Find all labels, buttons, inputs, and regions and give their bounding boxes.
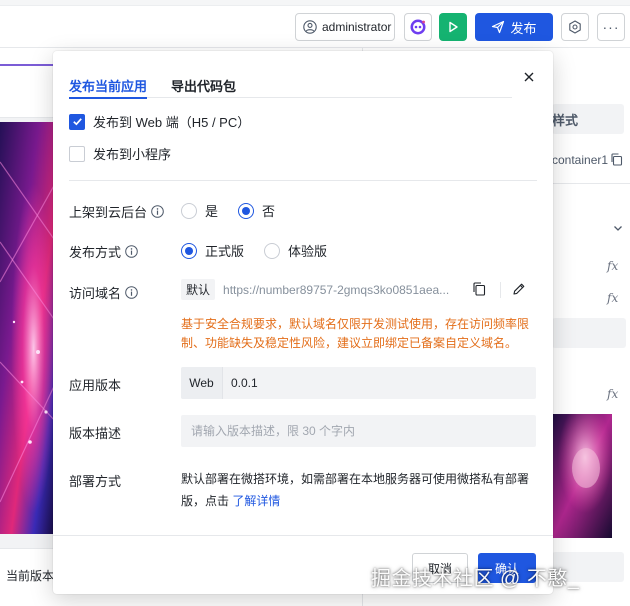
selection-highlight: [0, 64, 60, 66]
publish-miniprogram-option[interactable]: 发布到小程序: [69, 144, 171, 163]
trial-version-radio[interactable]: [264, 242, 281, 259]
panel-divider: [552, 183, 630, 184]
copy-component-id-button[interactable]: [610, 153, 623, 169]
domain-label-text: 访问域名: [69, 286, 122, 301]
info-icon[interactable]: [151, 205, 164, 218]
action-separator: [500, 282, 501, 298]
version-description-label-text: 版本描述: [69, 426, 122, 441]
image-thumbnail: [552, 414, 612, 538]
component-id: container1: [552, 153, 609, 167]
top-thin-strip: [0, 0, 630, 6]
fx-icon[interactable]: fx: [607, 387, 618, 401]
more-icon: ···: [602, 19, 620, 35]
watermark: 掘金技术社区 @ 不憨_: [371, 568, 580, 590]
learn-more-link[interactable]: 了解详情: [232, 494, 280, 508]
publish-mode-options: 正式版 体验版: [181, 241, 339, 260]
miniprogram-checkbox[interactable]: [69, 145, 85, 162]
send-icon: [491, 20, 505, 34]
app-version-field: Web: [181, 367, 536, 399]
miniprogram-option-label: 发布到小程序: [93, 147, 172, 162]
top-toolbar: administrator 发布 ···: [0, 0, 630, 48]
publish-mode-label-text: 发布方式: [69, 245, 122, 260]
info-icon[interactable]: [125, 286, 138, 299]
close-dialog-button[interactable]: [520, 68, 538, 86]
version-prefix: Web: [181, 367, 223, 399]
edit-domain-button[interactable]: [512, 282, 528, 298]
version-description-input[interactable]: [181, 415, 536, 447]
property-field[interactable]: [552, 318, 626, 348]
settings-button[interactable]: [561, 13, 589, 41]
fx-icon[interactable]: fx: [607, 291, 618, 305]
publish-web-option[interactable]: 发布到 Web 端（H5 / PC）: [69, 112, 250, 131]
cloud-listing-options: 是 否: [181, 201, 287, 220]
run-preview-button[interactable]: [439, 13, 467, 41]
default-domain-tag: 默认: [181, 279, 216, 300]
publish-mode-label: 发布方式: [69, 242, 138, 261]
copy-icon: [610, 153, 623, 166]
ai-assistant-button[interactable]: [404, 13, 432, 41]
user-name: administrator: [322, 20, 392, 34]
cloud-listing-label-text: 上架到云后台: [69, 205, 148, 220]
check-icon: [72, 118, 82, 126]
domain-display: 默认 https://number89757-2gmqs3ko0851aea..…: [181, 279, 455, 300]
cloud-listing-no-radio[interactable]: [238, 202, 255, 219]
gear-icon: [568, 20, 582, 34]
app-version-label: 应用版本: [69, 375, 121, 394]
cloud-listing-yes-radio[interactable]: [181, 202, 197, 219]
cloud-listing-yes-label: 是: [205, 204, 219, 219]
cloud-listing-label: 上架到云后台: [69, 202, 164, 221]
canvas-image-left: [0, 122, 56, 534]
pencil-icon: [512, 282, 526, 296]
deploy-description: 默认部署在微搭环境，如需部署在本地服务器可使用微搭私有部署版，点击 了解详情: [181, 468, 537, 512]
chevron-down-icon[interactable]: [612, 222, 624, 237]
app-version-input[interactable]: [223, 376, 523, 390]
footer-divider: [53, 535, 553, 536]
release-version-label: 正式版: [205, 244, 245, 259]
current-version-label: 当前版本: [6, 569, 55, 583]
user-menu-button[interactable]: administrator: [295, 13, 395, 41]
user-icon: [303, 20, 317, 34]
trial-version-label: 体验版: [288, 244, 328, 259]
dialog-tabs: 发布当前应用 导出代码包: [69, 73, 512, 99]
domain-label: 访问域名: [69, 283, 138, 302]
web-checkbox[interactable]: [69, 113, 85, 130]
section-divider: [69, 180, 537, 181]
info-icon[interactable]: [125, 245, 138, 258]
publish-dialog: 发布当前应用 导出代码包 发布到 Web 端（H5 / PC） 发布到小程序 上…: [53, 51, 553, 594]
tab-publish-current-app[interactable]: 发布当前应用: [69, 73, 148, 99]
version-description-label: 版本描述: [69, 423, 121, 442]
cloud-listing-no-label: 否: [262, 204, 276, 219]
style-tab[interactable]: 样式: [552, 104, 624, 134]
deploy-mode-label-text: 部署方式: [69, 474, 122, 489]
publish-button[interactable]: 发布: [475, 13, 553, 41]
more-options-button[interactable]: ···: [597, 13, 625, 41]
robot-icon: [409, 18, 427, 36]
copy-domain-button[interactable]: [472, 282, 488, 298]
release-version-radio[interactable]: [181, 242, 197, 259]
web-option-label: 发布到 Web 端（H5 / PC）: [93, 115, 251, 130]
close-icon: [524, 72, 534, 82]
tab-export-code-package[interactable]: 导出代码包: [171, 73, 236, 98]
app-version-label-text: 应用版本: [69, 378, 122, 393]
fx-icon[interactable]: fx: [607, 259, 618, 273]
copy-icon: [472, 282, 486, 296]
play-icon: [447, 21, 459, 33]
domain-url[interactable]: https://number89757-2gmqs3ko0851aea...: [223, 283, 455, 297]
style-tab-label: 样式: [552, 112, 579, 128]
publish-label: 发布: [510, 20, 537, 36]
deploy-mode-label: 部署方式: [69, 471, 121, 490]
domain-warning: 基于安全合规要求，默认域名仅限开发测试使用，存在访问频率限制、功能缺失及稳定性风…: [181, 317, 530, 350]
